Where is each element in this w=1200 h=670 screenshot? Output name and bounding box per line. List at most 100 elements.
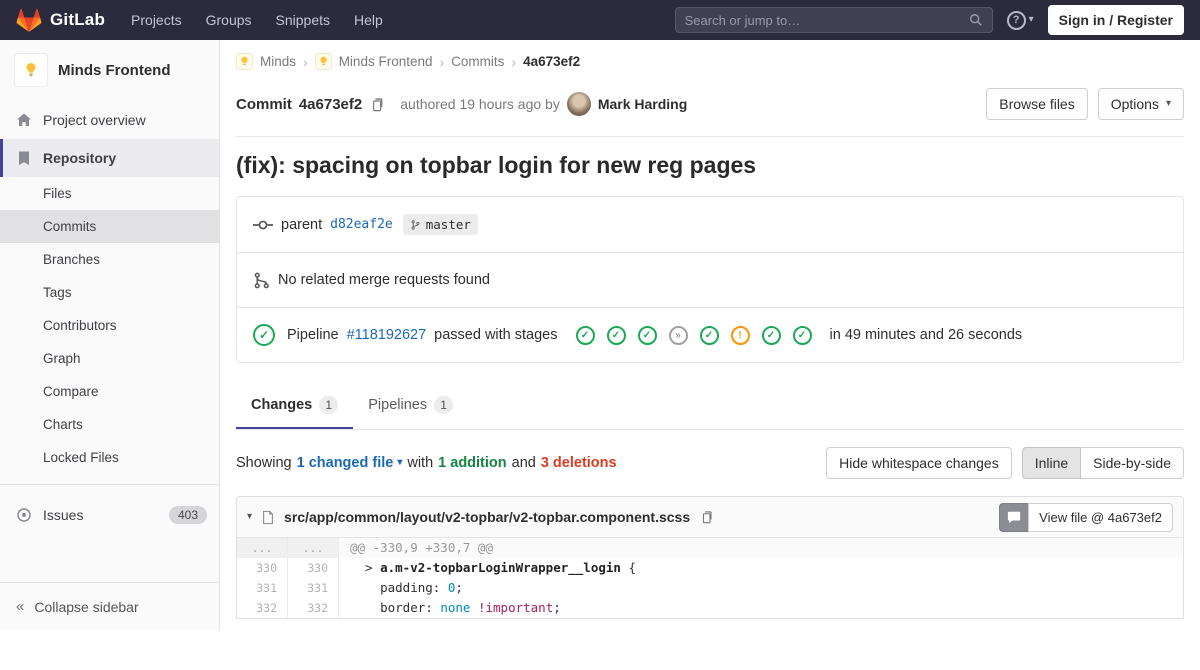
search-box[interactable] bbox=[675, 7, 993, 33]
sign-in-register-button[interactable]: Sign in / Register bbox=[1048, 5, 1184, 35]
commit-author-link[interactable]: Mark Harding bbox=[598, 96, 687, 112]
repository-icon bbox=[16, 150, 32, 166]
view-file-button[interactable]: View file @ 4a673ef2 bbox=[1028, 503, 1173, 532]
browse-files-button[interactable]: Browse files bbox=[986, 88, 1087, 120]
diff-line-330: 330330 > a.m-v2-topbarLoginWrapper__logi… bbox=[237, 558, 1183, 578]
diff-file-path[interactable]: src/app/common/layout/v2-topbar/v2-topba… bbox=[284, 509, 690, 525]
project-avatar bbox=[14, 53, 48, 87]
changes-count-badge: 1 bbox=[319, 396, 338, 414]
tab-changes[interactable]: Changes 1 bbox=[236, 383, 353, 429]
sidebar-item-graph[interactable]: Graph bbox=[0, 342, 219, 375]
options-dropdown-button[interactable]: Options bbox=[1098, 88, 1184, 120]
code-token: : bbox=[433, 580, 448, 595]
code-line: > a.m-v2-topbarLoginWrapper__login { bbox=[339, 558, 1183, 578]
nav-groups[interactable]: Groups bbox=[206, 12, 252, 28]
nav-snippets[interactable]: Snippets bbox=[276, 12, 330, 28]
comment-button[interactable] bbox=[999, 503, 1029, 532]
code-token: : bbox=[425, 600, 440, 615]
pipeline-stage-icon[interactable]: ✓ bbox=[762, 326, 781, 345]
collapse-sidebar-button[interactable]: Collapse sidebar bbox=[0, 582, 219, 630]
commit-tabs: Changes 1 Pipelines 1 bbox=[236, 383, 1184, 430]
lightbulb-icon bbox=[318, 56, 329, 67]
diff-line-332: 332332 border: none !important; bbox=[237, 598, 1183, 618]
pipeline-stage-icon[interactable]: ✓ bbox=[700, 326, 719, 345]
search-icon bbox=[969, 13, 983, 27]
sidebar-item-charts[interactable]: Charts bbox=[0, 408, 219, 441]
breadcrumb-separator bbox=[511, 54, 516, 70]
pipeline-stage-icon[interactable]: ✓ bbox=[576, 326, 595, 345]
breadcrumb-commits-link[interactable]: Commits bbox=[451, 54, 504, 69]
tab-pipelines[interactable]: Pipelines 1 bbox=[353, 383, 468, 429]
pipeline-status-icon[interactable]: ✓ bbox=[253, 324, 275, 346]
pipeline-id-link[interactable]: #118192627 bbox=[347, 327, 427, 343]
showing-label: Showing bbox=[236, 455, 292, 471]
lightbulb-icon bbox=[23, 62, 39, 78]
new-line-number[interactable]: 332 bbox=[288, 598, 339, 618]
sidebar-item-issues[interactable]: Issues 403 bbox=[0, 495, 219, 535]
pipeline-stage-icon[interactable]: ✓ bbox=[793, 326, 812, 345]
search-input[interactable] bbox=[685, 13, 963, 28]
pipeline-stage-icon[interactable]: » bbox=[669, 326, 688, 345]
issues-count-badge: 403 bbox=[169, 506, 207, 524]
nav-help[interactable]: Help bbox=[354, 12, 383, 28]
breadcrumb-project-link[interactable]: Minds Frontend bbox=[339, 54, 433, 69]
author-avatar[interactable] bbox=[567, 92, 591, 116]
breadcrumb-separator bbox=[303, 54, 308, 70]
new-line-number[interactable]: 331 bbox=[288, 578, 339, 598]
old-line-number[interactable]: 331 bbox=[237, 578, 288, 598]
pipeline-stage-icon[interactable]: ✓ bbox=[638, 326, 657, 345]
gitlab-home-link[interactable]: GitLab bbox=[16, 7, 105, 33]
branch-ref-label[interactable]: master bbox=[403, 214, 478, 235]
changed-files-dropdown[interactable]: 1 changed file bbox=[297, 455, 403, 471]
sidebar-item-commits[interactable]: Commits bbox=[0, 210, 219, 243]
inline-view-button[interactable]: Inline bbox=[1022, 447, 1081, 479]
sidebar-item-project-overview[interactable]: Project overview bbox=[0, 101, 219, 139]
diff-view-toggle: Inline Side-by-side bbox=[1022, 447, 1184, 479]
hide-whitespace-button[interactable]: Hide whitespace changes bbox=[826, 447, 1012, 479]
breadcrumb-group-link[interactable]: Minds bbox=[260, 54, 296, 69]
sidebar-nav: Project overview Repository Files Commit… bbox=[0, 97, 219, 582]
merge-request-row: No related merge requests found bbox=[237, 252, 1183, 307]
project-link[interactable]: Minds Frontend bbox=[0, 40, 219, 97]
pipeline-stage-icon[interactable]: ! bbox=[731, 326, 750, 345]
diff-table: ......@@ -330,9 +330,7 @@ 330330 > a.m-v… bbox=[237, 538, 1183, 618]
side-by-side-view-button[interactable]: Side-by-side bbox=[1080, 447, 1184, 479]
sidebar-item-contributors[interactable]: Contributors bbox=[0, 309, 219, 342]
old-line-number[interactable]: 330 bbox=[237, 558, 288, 578]
help-dropdown[interactable] bbox=[1007, 11, 1034, 30]
group-avatar bbox=[236, 53, 253, 70]
additions-count: 1 addition bbox=[438, 455, 506, 471]
diff-file-actions: View file @ 4a673ef2 bbox=[999, 503, 1173, 532]
collapse-diff-caret[interactable] bbox=[247, 512, 252, 522]
code-token: a.m-v2-topbarLoginWrapper__login bbox=[380, 560, 621, 575]
old-line-number[interactable]: 332 bbox=[237, 598, 288, 618]
sidebar-item-branches[interactable]: Branches bbox=[0, 243, 219, 276]
sidebar-item-compare[interactable]: Compare bbox=[0, 375, 219, 408]
expand-context-cell[interactable]: ... bbox=[288, 538, 339, 558]
sidebar-divider bbox=[0, 484, 219, 485]
breadcrumb-separator bbox=[439, 54, 444, 70]
copy-commit-sha-button[interactable] bbox=[369, 95, 387, 114]
parent-sha-link[interactable]: d82eaf2e bbox=[330, 217, 393, 232]
sidebar-item-repository[interactable]: Repository bbox=[0, 139, 219, 177]
with-label: with bbox=[407, 455, 433, 471]
code-token: ; bbox=[455, 580, 463, 595]
new-line-number[interactable]: 330 bbox=[288, 558, 339, 578]
diff-line-331: 331331 padding: 0; bbox=[237, 578, 1183, 598]
copy-file-path-button[interactable] bbox=[699, 508, 716, 526]
pipeline-stage-icon[interactable]: ✓ bbox=[607, 326, 626, 345]
sidebar-item-locked-files[interactable]: Locked Files bbox=[0, 441, 219, 474]
repository-subnav: Files Commits Branches Tags Contributors… bbox=[0, 177, 219, 474]
chevrons-left-icon bbox=[16, 598, 24, 615]
tab-label: Pipelines bbox=[368, 397, 427, 413]
lightbulb-icon bbox=[239, 56, 250, 67]
commit-icon bbox=[253, 218, 273, 232]
expand-context-cell[interactable]: ... bbox=[237, 538, 288, 558]
sidebar-item-tags[interactable]: Tags bbox=[0, 276, 219, 309]
commit-authored-text: authored 19 hours ago by bbox=[400, 96, 560, 112]
chevron-down-icon bbox=[1029, 15, 1034, 25]
code-line: padding: 0; bbox=[339, 578, 1183, 598]
nav-projects[interactable]: Projects bbox=[131, 12, 182, 28]
sidebar-item-files[interactable]: Files bbox=[0, 177, 219, 210]
code-token: !important bbox=[470, 600, 553, 615]
